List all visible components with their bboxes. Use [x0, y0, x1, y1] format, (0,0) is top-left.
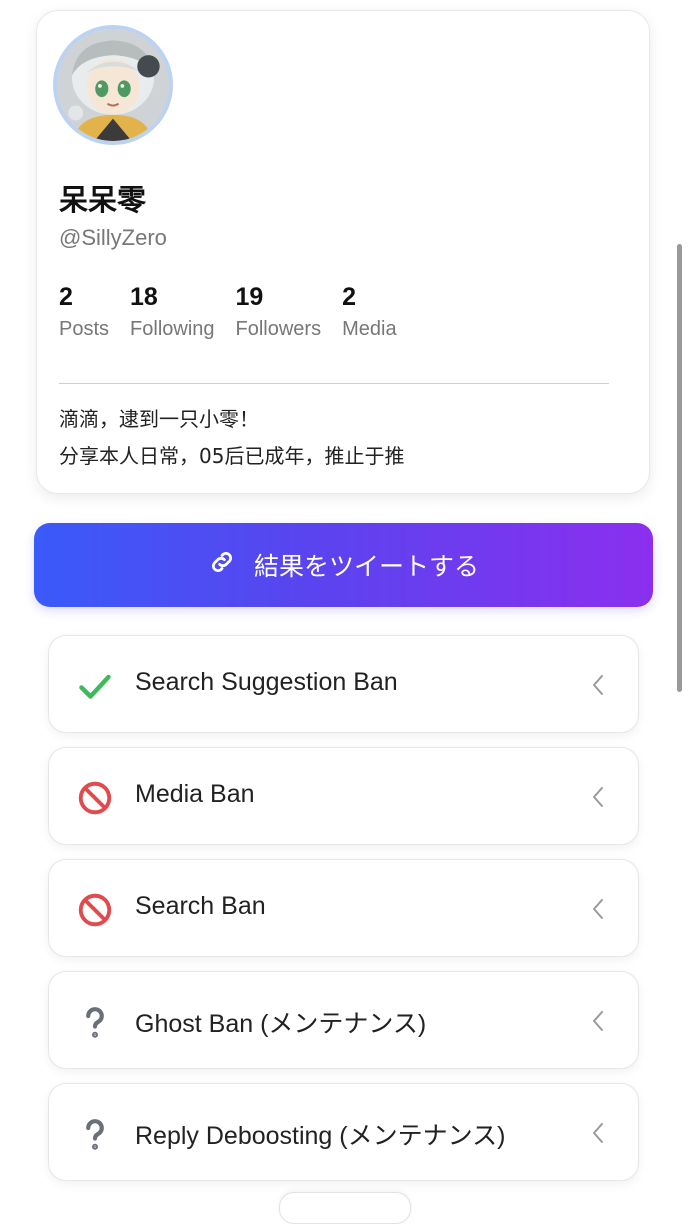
ban-check-reply-deboosting[interactable]: Reply Deboosting (メンテナンス) [48, 1083, 639, 1181]
stat-following[interactable]: 18 Following [130, 283, 214, 341]
tweet-result-button[interactable]: 結果をツイートする [34, 523, 653, 607]
ban-check-label: Ghost Ban (メンテナンス) [135, 1010, 427, 1038]
stat-value: 2 [342, 283, 356, 311]
ban-check-search[interactable]: Search Ban [48, 859, 639, 957]
bio-line: 滴滴，逮到一只小零！ [59, 407, 259, 431]
chevron-left-icon[interactable] [588, 896, 608, 922]
bio-line: 分享本人日常，05后已成年，推止于推 [59, 444, 405, 468]
stat-value: 18 [130, 283, 158, 311]
ban-check-media[interactable]: Media Ban [48, 747, 639, 845]
tweet-result-label: 結果をツイートする [253, 552, 479, 581]
ban-check-ghost[interactable]: Ghost Ban (メンテナンス) [48, 971, 639, 1069]
chevron-left-icon[interactable] [588, 1120, 608, 1146]
profile-bio: 滴滴，逮到一只小零！ 分享本人日常，05后已成年，推止于推 [59, 401, 404, 475]
ban-check-label: Search Ban [135, 892, 266, 920]
stat-value: 2 [59, 283, 73, 311]
ban-check-search-suggestion[interactable]: Search Suggestion Ban [48, 635, 639, 733]
chevron-left-icon[interactable] [588, 672, 608, 698]
display-name: 呆呆零 [59, 183, 147, 217]
chevron-left-icon[interactable] [588, 784, 608, 810]
stat-label: Media [342, 318, 397, 340]
bottom-floating-control[interactable] [279, 1192, 411, 1224]
stat-followers[interactable]: 19 Followers [236, 283, 322, 341]
question-icon [77, 1116, 113, 1152]
profile-divider [59, 383, 609, 384]
profile-stats: 2 Posts 18 Following 19 Followers 2 Medi… [59, 283, 397, 341]
chevron-left-icon[interactable] [588, 1008, 608, 1034]
page-scrollbar[interactable] [677, 244, 682, 692]
avatar [53, 25, 173, 145]
stat-label: Followers [235, 318, 322, 340]
profile-card: 呆呆零 @SillyZero 2 Posts 18 Following 19 F… [36, 10, 650, 494]
stat-media[interactable]: 2 Media [342, 283, 396, 341]
checkmark-icon [77, 668, 113, 704]
ban-check-label: Reply Deboosting (メンテナンス) [135, 1122, 506, 1150]
stat-posts[interactable]: 2 Posts [59, 283, 109, 341]
question-icon [77, 1004, 113, 1040]
avatar-illustration [57, 29, 169, 141]
stat-label: Posts [59, 318, 110, 340]
stat-value: 19 [235, 283, 264, 311]
prohibited-icon [77, 892, 113, 928]
ban-check-label: Media Ban [135, 780, 255, 808]
user-handle: @SillyZero [59, 225, 167, 250]
link-icon [208, 548, 236, 582]
prohibited-icon [77, 780, 113, 816]
stat-label: Following [130, 318, 215, 340]
ban-check-label: Search Suggestion Ban [135, 668, 398, 696]
